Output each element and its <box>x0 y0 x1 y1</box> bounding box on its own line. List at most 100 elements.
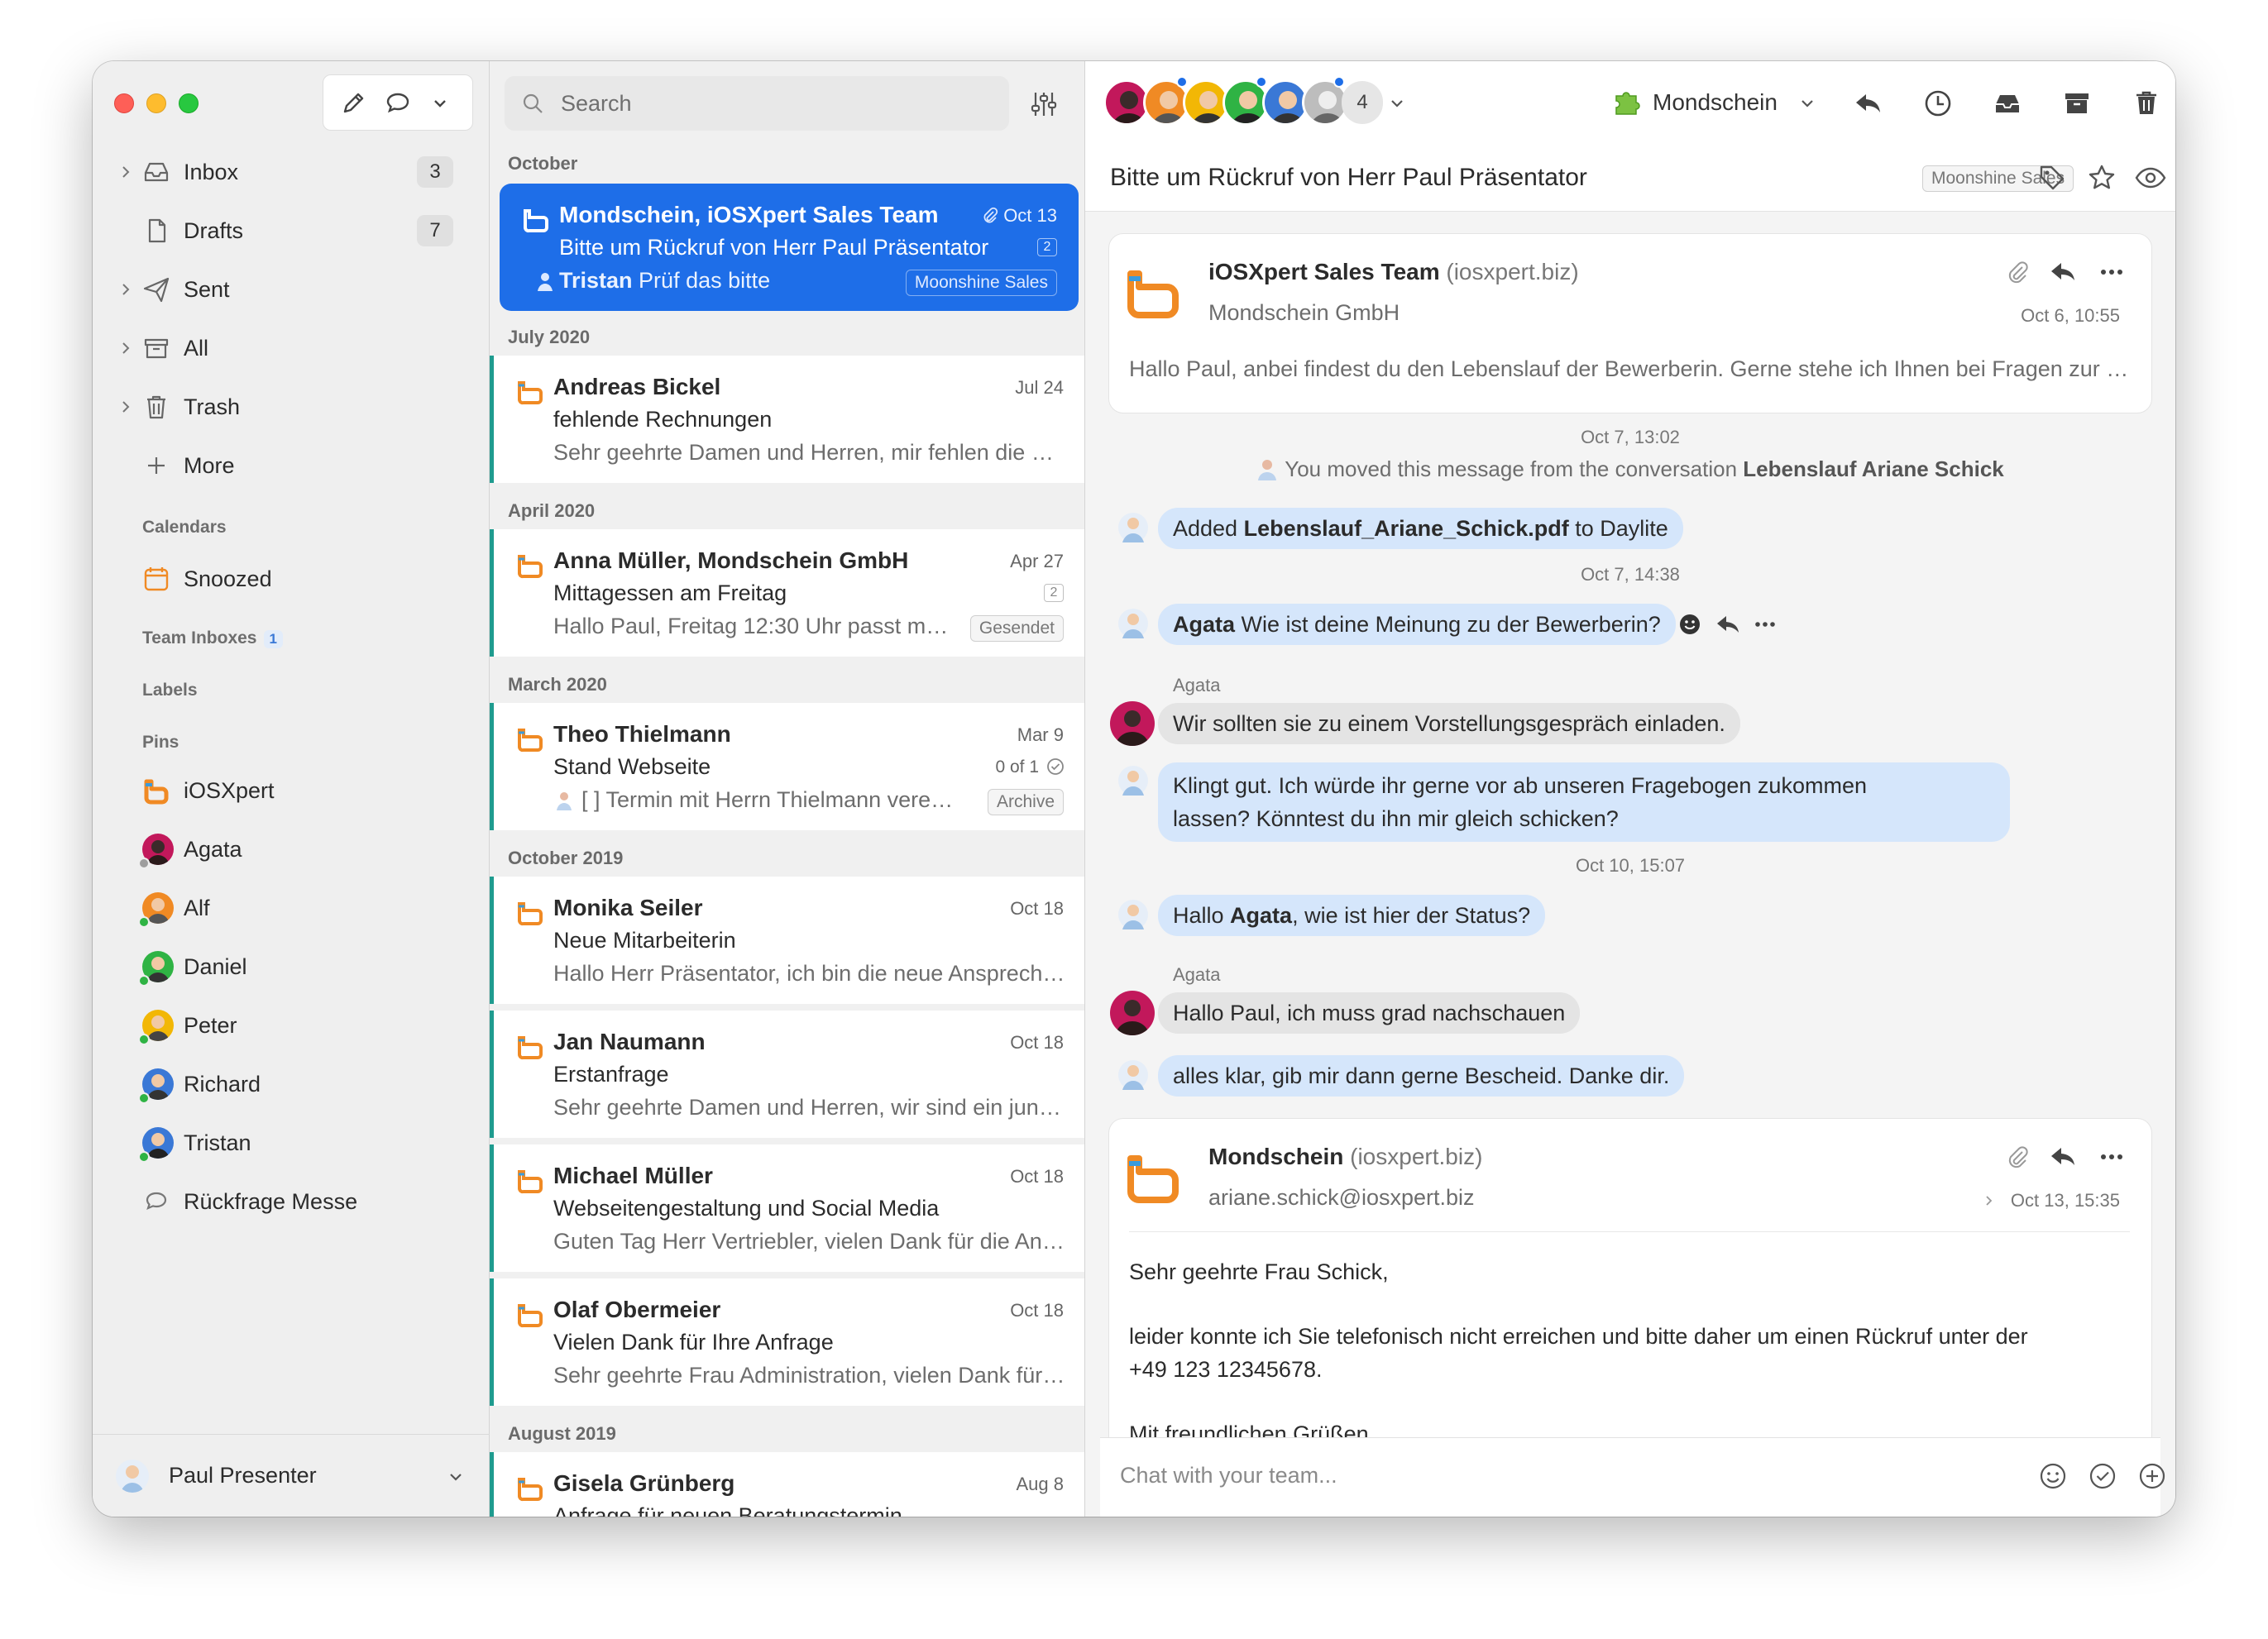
chat-bubble-me[interactable]: Hallo Agata, wie ist hier der Status? <box>1158 895 1546 936</box>
pins-heading[interactable]: Pins <box>142 733 179 753</box>
details-chevron-icon[interactable] <box>1983 1193 1996 1208</box>
sidebar-item-drafts[interactable]: Drafts 7 <box>93 208 490 254</box>
message-item[interactable]: Monika Seiler Oct 18 Neue Mitarbeiterin … <box>490 877 1084 1004</box>
sidebar-item-all[interactable]: All <box>93 325 490 371</box>
email-date: Oct 13, 15:35 <box>2010 1190 2120 1211</box>
message-item[interactable]: Olaf Obermeier Oct 18 Vielen Dank für Ih… <box>490 1278 1084 1406</box>
pin-rueckfrage-messe[interactable]: Rückfrage Messe <box>93 1178 490 1225</box>
more-options-icon[interactable] <box>2097 259 2127 285</box>
sidebar-item-label: Trash <box>184 394 241 419</box>
more-options-icon[interactable] <box>2097 1144 2127 1170</box>
emoji-react-icon[interactable] <box>1677 612 1702 637</box>
mention-name[interactable]: Agata <box>1173 612 1235 637</box>
chat-input[interactable]: Chat with your team... <box>1120 1463 1337 1488</box>
pin-richard[interactable]: Richard <box>93 1061 490 1107</box>
label-tag[interactable]: Gesendet <box>969 615 1064 642</box>
system-note-conversation[interactable]: Lebenslauf Ariane Schick <box>1743 456 2003 481</box>
tag-label-icon[interactable] <box>2036 162 2068 194</box>
emoji-picker-icon[interactable] <box>2038 1461 2068 1491</box>
trash-icon <box>141 391 172 423</box>
compose-pencil-icon[interactable] <box>338 88 368 118</box>
chat-bubble-me[interactable]: Added Lebenslauf_Ariane_Schick.pdf to Da… <box>1158 508 1683 549</box>
user-name: Paul Presenter <box>169 1463 317 1488</box>
system-note-text: You moved this message from the conversa… <box>1285 456 1738 481</box>
close-window-button[interactable] <box>114 93 134 113</box>
recipient-address[interactable]: ariane.schick@iosxpert.biz <box>1208 1185 1475 1211</box>
sidebar-item-more[interactable]: More <box>93 442 490 489</box>
expand-chevron-icon[interactable] <box>117 164 134 180</box>
email-card[interactable]: iOSXpert Sales Team (iosxpert.biz) Monds… <box>1108 233 2152 413</box>
user-menu-chevron-icon[interactable] <box>447 1468 465 1486</box>
message-item[interactable]: Andreas Bickel Jul 24 fehlende Rechnunge… <box>490 356 1084 483</box>
reply-arrow-icon[interactable] <box>1715 612 1742 637</box>
chat-bubble-them[interactable]: Hallo Paul, ich muss grad nachschauen <box>1158 992 1581 1034</box>
message-item-selected[interactable]: Mondschein, iOSXpert Sales Team Oct 13 B… <box>500 184 1079 311</box>
attachment-paperclip-icon[interactable] <box>2006 1145 2031 1170</box>
chat-bubble-me[interactable]: alles klar, gib mir dann gerne Bescheid.… <box>1158 1055 1685 1097</box>
move-to-inbox-icon[interactable] <box>1990 86 2025 121</box>
sidebar-item-sent[interactable]: Sent <box>93 266 490 313</box>
attachment-paperclip-icon[interactable] <box>2006 260 2031 285</box>
person-icon <box>1258 460 1277 480</box>
chat-bubble-me[interactable]: Agata Wie ist deine Meinung zu der Bewer… <box>1158 604 1676 645</box>
star-icon[interactable] <box>2086 162 2117 194</box>
delete-trash-icon[interactable] <box>2129 86 2164 121</box>
snooze-clock-icon[interactable] <box>1921 86 1955 121</box>
message-item[interactable]: Theo Thielmann Mar 9 Stand Webseite 0 of… <box>490 703 1084 830</box>
eye-icon[interactable] <box>2134 162 2167 194</box>
sidebar-item-inbox[interactable]: Inbox 3 <box>93 149 490 195</box>
search-input[interactable]: Search <box>505 76 1009 131</box>
attached-file-name[interactable]: Lebenslauf_Ariane_Schick.pdf <box>1244 516 1569 541</box>
pin-tristan[interactable]: Tristan <box>93 1120 490 1166</box>
new-chat-bubble-icon[interactable] <box>383 88 413 118</box>
message-item[interactable]: Gisela Grünberg Aug 8 Anfrage für neuen … <box>490 1452 1084 1517</box>
labels-heading[interactable]: Labels <box>142 681 198 700</box>
iosxpert-logo-icon <box>517 380 545 405</box>
team-inboxes-heading[interactable]: Team Inboxes 1 <box>142 628 283 648</box>
chat-bubble-them[interactable]: Wir sollten sie zu einem Vorstellungsges… <box>1158 703 1740 744</box>
expand-chevron-icon[interactable] <box>117 340 134 356</box>
filter-sliders-icon[interactable] <box>1027 88 1060 121</box>
pin-daniel[interactable]: Daniel <box>93 944 490 990</box>
calendars-heading[interactable]: Calendars <box>142 518 227 538</box>
pin-agata[interactable]: Agata <box>93 826 490 872</box>
workspace-selector[interactable]: Mondschein <box>1653 89 1778 116</box>
sidebar-item-label: More <box>184 452 235 478</box>
minimize-window-button[interactable] <box>146 93 166 113</box>
mention-name[interactable]: Agata <box>1230 903 1292 928</box>
label-tag[interactable]: Moonshine Sales <box>905 270 1057 296</box>
sidebar-item-label: Sent <box>184 276 230 302</box>
chat-bubble-me[interactable]: Klingt gut. Ich würde ihr gerne vor ab u… <box>1158 762 2010 842</box>
archive-icon[interactable] <box>2060 86 2094 121</box>
participants-chevron-icon[interactable] <box>1388 94 1406 112</box>
label-tag[interactable]: Archive <box>987 789 1064 815</box>
message-item[interactable]: Jan Naumann Oct 18 Erstanfrage Sehr geeh… <box>490 1011 1084 1138</box>
pin-label: Alf <box>184 895 210 920</box>
zoom-window-button[interactable] <box>179 93 199 113</box>
sidebar-item-snoozed[interactable]: Snoozed <box>93 556 490 602</box>
message-date: Oct 18 <box>1010 898 1064 919</box>
task-check-icon[interactable] <box>2088 1461 2117 1491</box>
message-preview: Tristan Prüf das bitte <box>559 268 907 294</box>
email-sender: Mondschein (iosxpert.biz) <box>1208 1144 1482 1170</box>
message-item[interactable]: Anna Müller, Mondschein GmbH Apr 27 Mitt… <box>490 529 1084 657</box>
more-participants-count[interactable]: 4 <box>1342 81 1383 124</box>
more-options-icon[interactable] <box>1752 612 1778 637</box>
bubble-text: to Daylite <box>1575 516 1668 541</box>
reply-arrow-icon[interactable] <box>1851 86 1886 121</box>
sidebar-item-trash[interactable]: Trash <box>93 384 490 430</box>
reply-arrow-icon[interactable] <box>2049 259 2079 285</box>
pin-iosxpert[interactable]: iOSXpert <box>93 767 490 814</box>
expand-chevron-icon[interactable] <box>117 399 134 415</box>
team-inboxes-label: Team Inboxes <box>142 628 257 647</box>
pin-peter[interactable]: Peter <box>93 1002 490 1049</box>
message-item[interactable]: Michael Müller Oct 18 Webseitengestaltun… <box>490 1144 1084 1272</box>
compose-menu-chevron-icon[interactable] <box>429 88 451 118</box>
reply-arrow-icon[interactable] <box>2049 1144 2079 1170</box>
expand-chevron-icon[interactable] <box>117 281 134 298</box>
current-user-menu[interactable]: Paul Presenter <box>93 1434 490 1517</box>
chat-composer[interactable]: Chat with your team... <box>1100 1437 2165 1517</box>
add-attachment-plus-icon[interactable] <box>2137 1461 2167 1491</box>
workspace-chevron-icon[interactable] <box>1798 94 1816 112</box>
pin-alf[interactable]: Alf <box>93 885 490 931</box>
